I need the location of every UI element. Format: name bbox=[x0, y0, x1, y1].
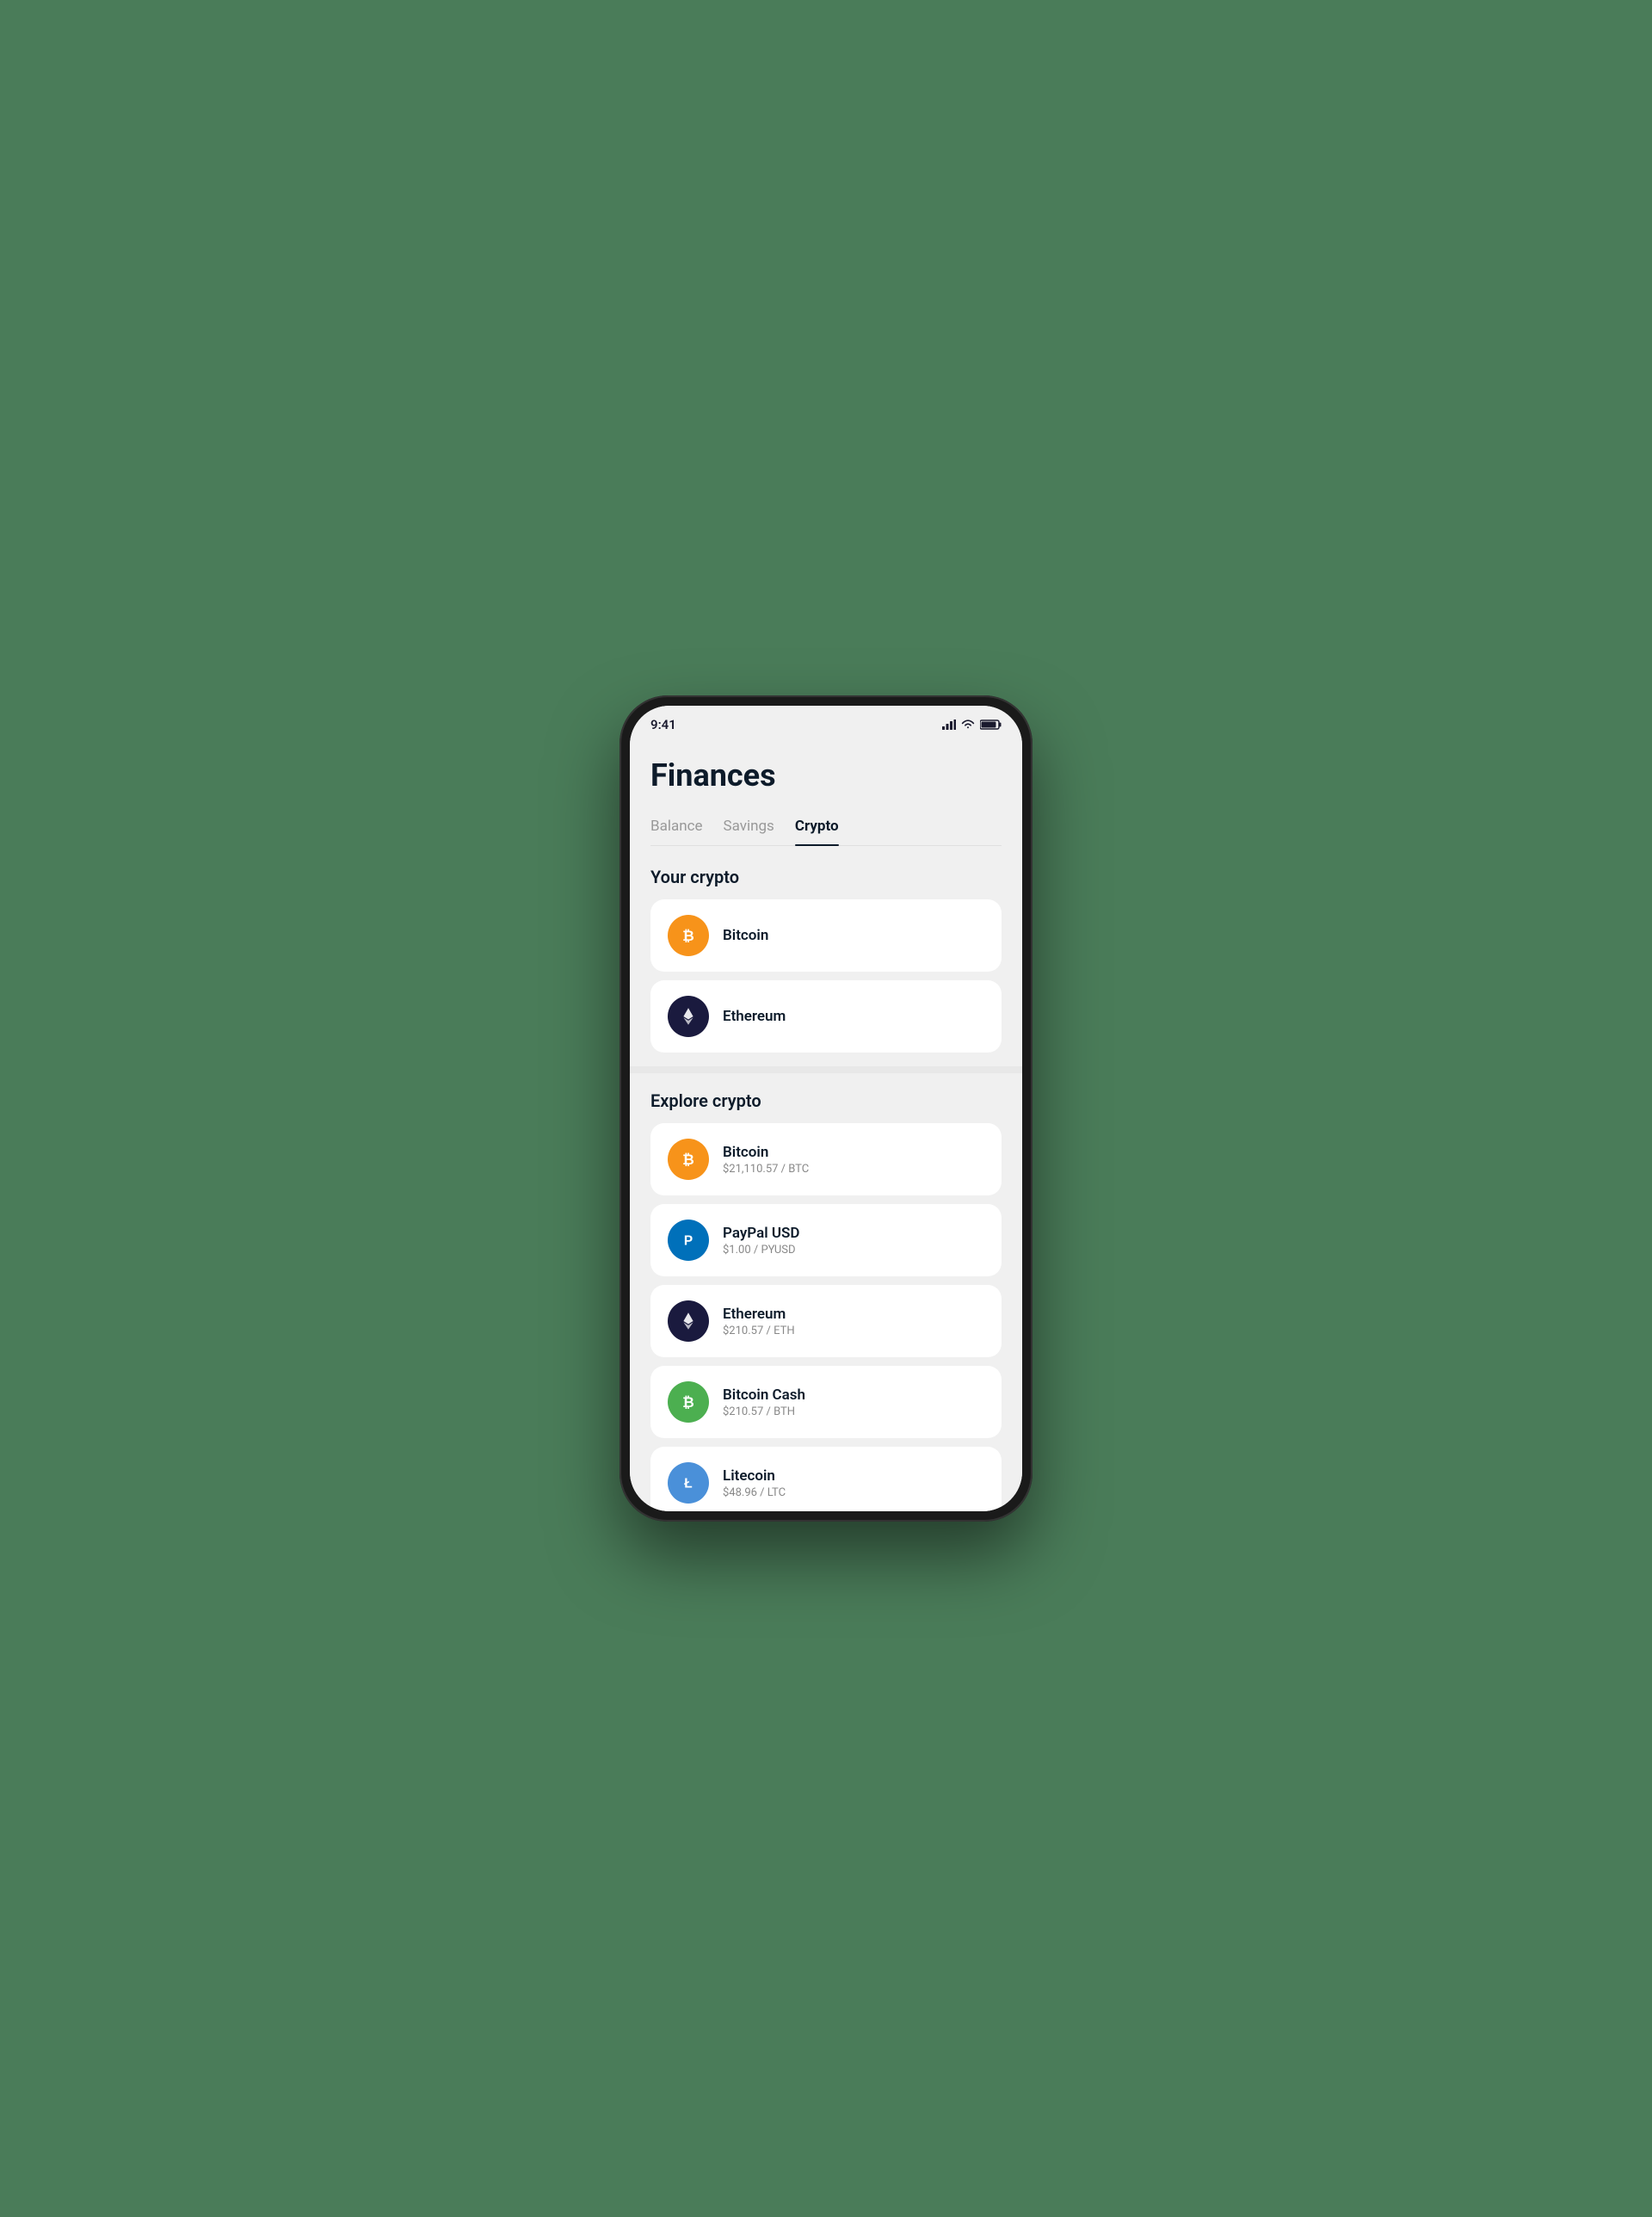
paypal-explore-price: $1.00 / PYUSD bbox=[723, 1244, 984, 1257]
litecoin-explore-icon: Ł bbox=[668, 1462, 709, 1504]
bitcoin-cash-explore-info: Bitcoin Cash $210.57 / BTH bbox=[723, 1386, 984, 1418]
phone-screen: 9:41 bbox=[630, 706, 1022, 1511]
main-content: Your crypto ₿ Bitcoin bbox=[630, 846, 1022, 1511]
page-title: Finances bbox=[650, 757, 1002, 794]
svg-text:₿: ₿ bbox=[682, 928, 694, 944]
ethereum-explore-info: Ethereum $210.57 / ETH bbox=[723, 1306, 984, 1337]
bitcoin-cash-explore-name: Bitcoin Cash bbox=[723, 1386, 984, 1404]
svg-text:₿: ₿ bbox=[682, 1394, 694, 1411]
litecoin-explore-name: Litecoin bbox=[723, 1467, 984, 1485]
bitcoin-owned-info: Bitcoin bbox=[723, 927, 984, 944]
svg-text:₿: ₿ bbox=[682, 1152, 694, 1168]
wifi-icon bbox=[961, 719, 975, 730]
bitcoin-cash-explore-card[interactable]: ₿ Bitcoin Cash $210.57 / BTH bbox=[650, 1366, 1002, 1438]
screen-content: 9:41 bbox=[630, 706, 1022, 1511]
battery-icon bbox=[980, 719, 1002, 730]
bitcoin-symbol: ₿ bbox=[676, 923, 700, 948]
litecoin-explore-card[interactable]: Ł Litecoin $48.96 / LTC bbox=[650, 1447, 1002, 1511]
explore-crypto-title: Explore crypto bbox=[650, 1090, 1002, 1111]
bitcoin-owned-icon: ₿ bbox=[668, 915, 709, 956]
paypal-explore-name: PayPal USD bbox=[723, 1225, 984, 1242]
ethereum-explore-price: $210.57 / ETH bbox=[723, 1325, 984, 1337]
tab-balance[interactable]: Balance bbox=[650, 811, 703, 845]
ethereum-symbol bbox=[676, 1004, 700, 1028]
status-icons bbox=[942, 719, 1002, 730]
bitcoin-explore-price: $21,110.57 / BTC bbox=[723, 1163, 984, 1176]
section-divider bbox=[630, 1066, 1022, 1073]
your-crypto-title: Your crypto bbox=[650, 867, 1002, 887]
bitcoin-owned-card[interactable]: ₿ Bitcoin bbox=[650, 899, 1002, 972]
bitcoin-explore-icon: ₿ bbox=[668, 1139, 709, 1180]
ethereum-owned-info: Ethereum bbox=[723, 1008, 984, 1025]
litecoin-explore-price: $48.96 / LTC bbox=[723, 1486, 984, 1499]
signal-icon bbox=[942, 719, 956, 730]
svg-text:Ł: Ł bbox=[684, 1476, 692, 1491]
tab-crypto[interactable]: Crypto bbox=[795, 811, 839, 845]
bitcoin-owned-name: Bitcoin bbox=[723, 927, 984, 944]
bitcoin-explore-info: Bitcoin $21,110.57 / BTC bbox=[723, 1144, 984, 1176]
header-section: Finances Balance Savings Crypto bbox=[630, 744, 1022, 846]
svg-text:P: P bbox=[684, 1233, 693, 1248]
ethereum-explore-icon bbox=[668, 1300, 709, 1342]
ethereum-owned-icon bbox=[668, 996, 709, 1037]
bitcoin-cash-explore-price: $210.57 / BTH bbox=[723, 1405, 984, 1418]
phone-frame: 9:41 bbox=[620, 695, 1032, 1522]
ethereum-explore-name: Ethereum bbox=[723, 1306, 984, 1323]
bitcoin-explore-name: Bitcoin bbox=[723, 1144, 984, 1161]
ethereum-owned-name: Ethereum bbox=[723, 1008, 984, 1025]
paypal-explore-card[interactable]: P PayPal USD $1.00 / PYUSD bbox=[650, 1204, 1002, 1276]
litecoin-explore-info: Litecoin $48.96 / LTC bbox=[723, 1467, 984, 1499]
status-bar: 9:41 bbox=[630, 706, 1022, 744]
paypal-explore-info: PayPal USD $1.00 / PYUSD bbox=[723, 1225, 984, 1257]
bitcoin-explore-card[interactable]: ₿ Bitcoin $21,110.57 / BTC bbox=[650, 1123, 1002, 1195]
status-time: 9:41 bbox=[650, 717, 676, 732]
bitcoin-cash-explore-icon: ₿ bbox=[668, 1381, 709, 1423]
ethereum-owned-card[interactable]: Ethereum bbox=[650, 980, 1002, 1053]
tab-savings[interactable]: Savings bbox=[724, 811, 774, 845]
ethereum-explore-card[interactable]: Ethereum $210.57 / ETH bbox=[650, 1285, 1002, 1357]
tabs-row: Balance Savings Crypto bbox=[650, 811, 1002, 846]
paypal-explore-icon: P bbox=[668, 1220, 709, 1261]
